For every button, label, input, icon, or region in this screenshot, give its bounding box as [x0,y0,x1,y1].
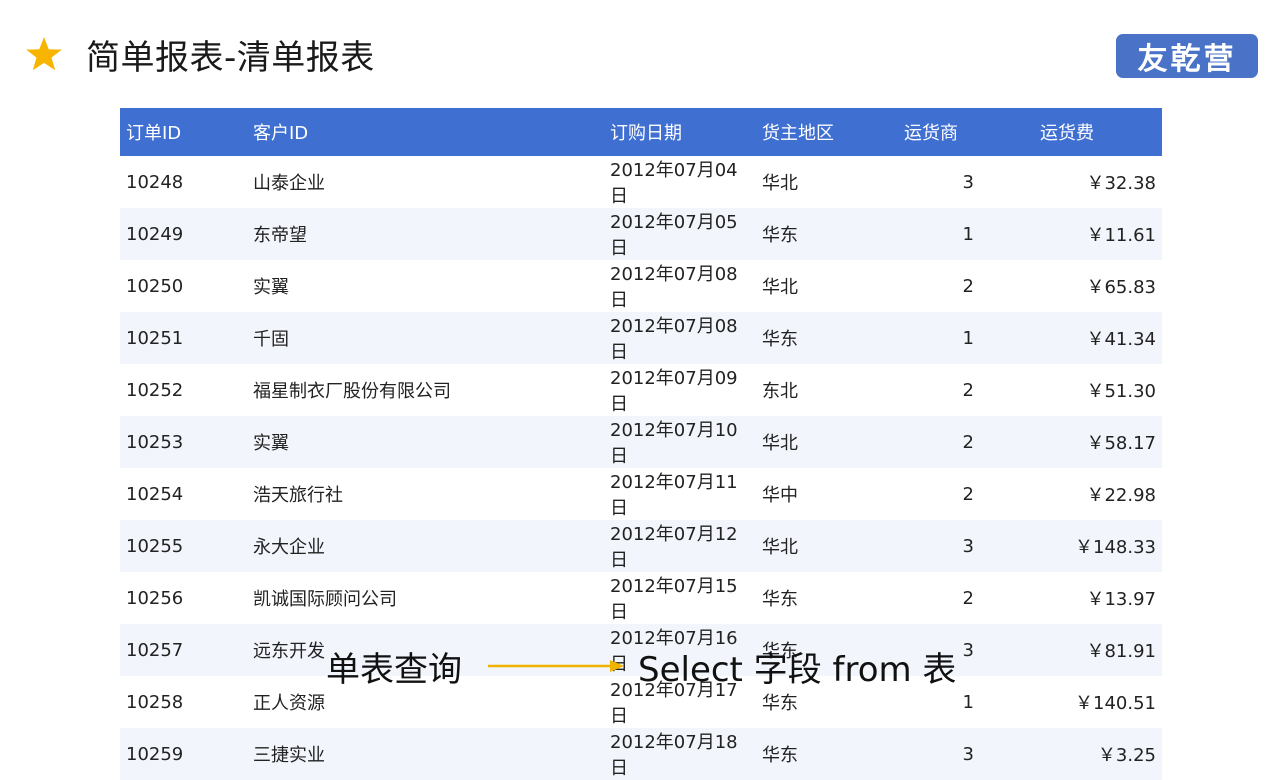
order-date-cell: 2012年07月10日 [604,416,756,468]
region-cell: 华北 [756,520,898,572]
sql-syntax-label: Select 字段 from 表 [638,650,957,690]
table-row: 10256 凯诚国际顾问公司 2012年07月15日 华东 2 ￥13.97 [120,572,1162,624]
column-header: 运货费 [980,108,1162,156]
single-table-query-label: 单表查询 [326,650,462,690]
shipper-cell: 3 [898,520,980,572]
customer-cell: 三捷实业 [247,728,604,780]
shipper-cell: 1 [898,312,980,364]
region-cell: 华北 [762,173,798,194]
order-date-cell: 2012年07月18日 [604,728,756,780]
order-id-cell: 10255 [120,520,247,572]
order-id-cell: 10256 [126,587,184,609]
customer-cell: 永大企业 [247,520,604,572]
column-header: 客户ID [247,108,604,156]
logo-text: 友乾营 [1137,42,1237,77]
region-cell: 华北 [762,277,798,298]
order-date-cell: 2012年07月08日 [604,312,756,364]
order-id-cell: 10259 [120,728,247,780]
bottom-caption: 单表查询 Select 字段 from 表 [0,640,1280,696]
customer-cell: 实翼 [247,416,604,468]
shipper-cell: 3 [898,728,980,780]
order-date-cell: 2012年07月12日 [604,520,756,572]
table-row: 10252 福星制衣厂股份有限公司 2012年07月09日 东北 2 ￥51.3… [120,364,1162,416]
column-header: 运货商 [898,108,980,156]
table-row: 10248 山泰企业 2012年07月04日 华北 3 ￥32.38 [120,156,1162,208]
shipper-cell: 2 [898,416,980,468]
order-date-cell: 2012年07月11日 [610,472,738,519]
freight-cell: ￥32.38 [1086,173,1156,194]
order-date-cell: 2012年07月15日 [610,576,738,623]
freight-cell: ￥148.33 [980,520,1162,572]
freight-cell: ￥13.97 [1086,589,1156,610]
region-cell: 华东 [756,208,898,260]
customer-cell: 千固 [247,312,604,364]
table-row: 10251 千固 2012年07月08日 华东 1 ￥41.34 [120,312,1162,364]
freight-cell: ￥22.98 [1086,485,1156,506]
table-row: 10253 实翼 2012年07月10日 华北 2 ￥58.17 [120,416,1162,468]
order-date-cell: 2012年07月05日 [604,208,756,260]
star-icon [26,37,62,71]
region-cell: 东北 [762,381,798,402]
shipper-cell: 3 [962,171,974,193]
freight-cell: ￥65.83 [1086,277,1156,298]
order-date-cell: 2012年07月09日 [610,368,738,415]
region-cell: 华东 [762,589,798,610]
region-cell: 华北 [756,416,898,468]
order-id-cell: 10249 [120,208,247,260]
shipper-cell: 1 [898,208,980,260]
freight-cell: ￥58.17 [980,416,1162,468]
order-id-cell: 10250 [126,275,184,297]
shipper-cell: 2 [962,275,974,297]
customer-cell: 凯诚国际顾问公司 [253,589,397,610]
order-id-cell: 10253 [120,416,247,468]
table-row: 10254 浩天旅行社 2012年07月11日 华中 2 ￥22.98 [120,468,1162,520]
shipper-cell: 2 [962,587,974,609]
region-cell: 华东 [756,728,898,780]
column-header: 订单ID [120,108,247,156]
customer-cell: 福星制衣厂股份有限公司 [253,381,451,402]
logo: 友乾营 [1116,34,1258,78]
shipper-cell: 2 [962,483,974,505]
order-id-cell: 10248 [126,171,184,193]
customer-cell: 浩天旅行社 [253,485,343,506]
order-id-cell: 10252 [126,379,184,401]
table-row: 10250 实翼 2012年07月08日 华北 2 ￥65.83 [120,260,1162,312]
customer-cell: 山泰企业 [253,173,325,194]
title-row: 简单报表-清单报表 [24,28,375,80]
freight-cell: ￥11.61 [980,208,1162,260]
region-cell: 华东 [756,312,898,364]
freight-cell: ￥3.25 [980,728,1162,780]
table-row: 10255 永大企业 2012年07月12日 华北 3 ￥148.33 [120,520,1162,572]
customer-cell: 实翼 [253,277,289,298]
order-id-cell: 10254 [126,483,184,505]
order-id-cell: 10251 [120,312,247,364]
order-date-cell: 2012年07月08日 [610,264,738,311]
shipper-cell: 2 [962,379,974,401]
freight-cell: ￥41.34 [980,312,1162,364]
column-header: 货主地区 [756,108,898,156]
table-row: 10259 三捷实业 2012年07月18日 华东 3 ￥3.25 [120,728,1162,780]
table-header-row: 订单ID 客户ID 订购日期 货主地区 运货商 运货费 [120,108,1162,156]
order-date-cell: 2012年07月04日 [610,160,738,207]
freight-cell: ￥51.30 [1086,381,1156,402]
region-cell: 华中 [762,485,798,506]
right-arrow-icon [488,660,624,672]
page-title: 简单报表-清单报表 [86,37,375,78]
customer-cell: 东帝望 [247,208,604,260]
table-row: 10249 东帝望 2012年07月05日 华东 1 ￥11.61 [120,208,1162,260]
column-header: 订购日期 [604,108,756,156]
